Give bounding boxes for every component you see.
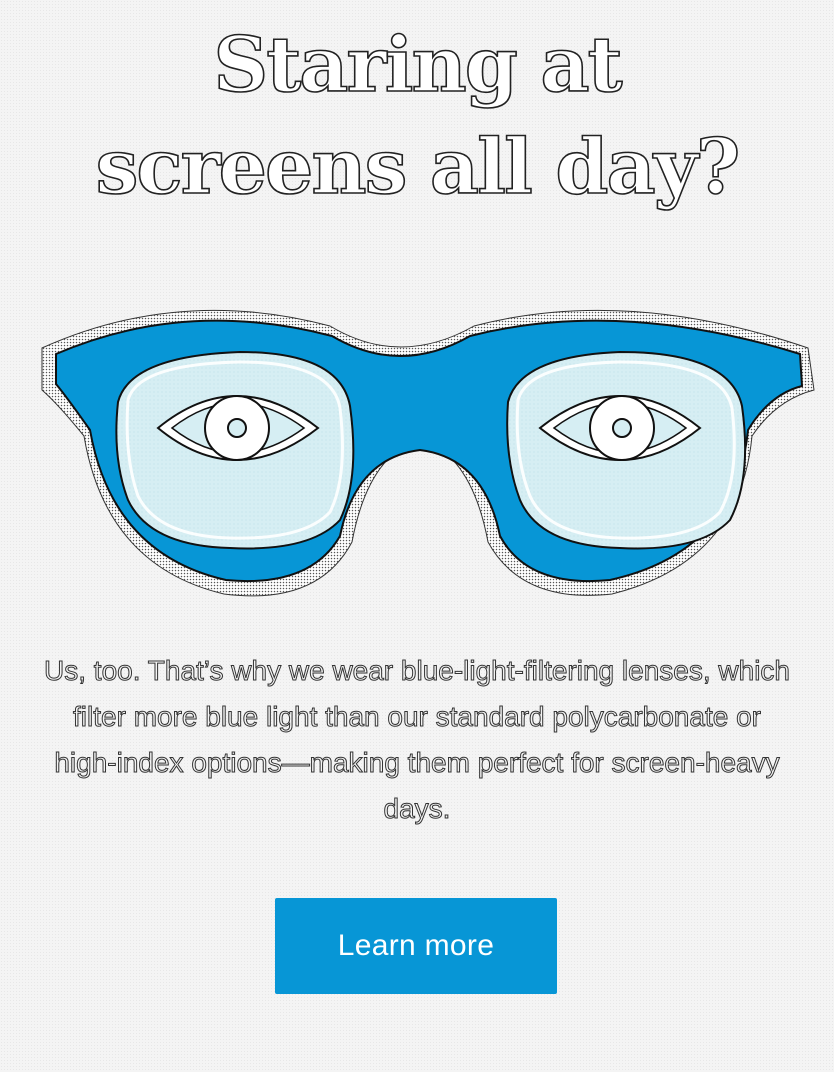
learn-more-button[interactable]: Learn more [275,898,557,994]
body-copy: Us, too. That’s why we wear blue-light-f… [44,655,791,825]
glasses-icon [41,309,815,597]
page-title: Staring at screens all day? [0,14,834,218]
title-line-1: Staring at [213,19,624,110]
title-line-2: screens all day? [95,121,741,212]
glasses-illustration [0,290,834,610]
